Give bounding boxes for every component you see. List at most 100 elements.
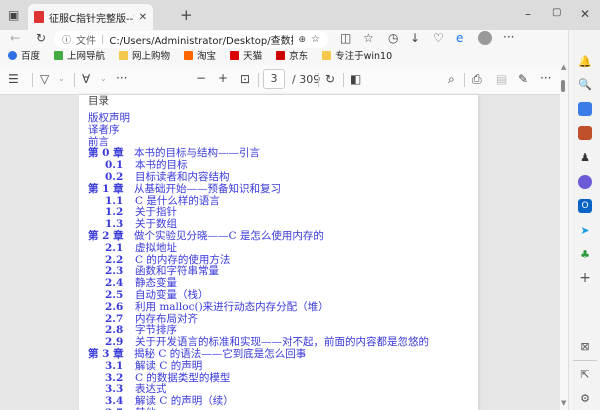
maximize-icon[interactable]: ▢ [552, 7, 561, 18]
rotate-icon[interactable]: ↻ [325, 72, 335, 86]
outlook-icon[interactable]: O [578, 199, 592, 213]
save-as-icon[interactable]: ✎ [518, 72, 528, 86]
toc-entry-text: 虚拟地址 [135, 241, 177, 254]
toc-entry-number: 1.2 [105, 206, 124, 219]
edge-icon[interactable]: e [456, 31, 463, 45]
tab-active[interactable]: 征服C指针完整版--文字版.pdf ✕ [28, 4, 153, 30]
back-icon[interactable]: ← [10, 31, 20, 45]
profile-avatar[interactable] [478, 31, 492, 45]
toc-entry[interactable]: 2.3 函数和字符串常量 [105, 265, 219, 277]
bookmark-shopping[interactable]: 网上购物 [119, 48, 170, 62]
zoom-in-icon[interactable]: + [218, 71, 228, 85]
close-tab-icon[interactable]: ✕ [139, 12, 147, 23]
minimize-icon[interactable]: – [525, 7, 531, 21]
more-options-icon[interactable]: ··· [540, 71, 551, 85]
history-icon[interactable]: ◷ [388, 31, 398, 45]
toc-entry[interactable]: 1.1 C 是什么样的语言 [105, 195, 220, 207]
games-icon[interactable]: ♟ [578, 150, 592, 164]
highlight-icon[interactable]: ▽ [40, 72, 49, 86]
toc-entry[interactable]: 前言 [88, 136, 109, 148]
toc-entry-number: 2.9 [105, 336, 124, 349]
page-view-icon[interactable]: ◧ [350, 72, 361, 86]
url-text[interactable]: C:/Users/Administrator/Desktop/查数据/fczz_… [109, 32, 293, 47]
scrollbar[interactable]: ▲ ▼ [560, 63, 568, 410]
office-icon[interactable] [578, 175, 592, 189]
toc-entry[interactable]: 0.1 本书的目标 [105, 159, 188, 171]
bookmark-jd[interactable]: 京东 [276, 48, 308, 62]
toc-entry[interactable]: 3.3 表达式 [105, 383, 167, 395]
search-icon[interactable]: ⌕ [448, 72, 455, 87]
refresh-icon[interactable]: ↻ [36, 31, 46, 45]
toc-entry-text: 静态变量 [135, 277, 177, 290]
more-tools-icon[interactable]: ··· [116, 71, 127, 85]
new-tab-icon[interactable]: + [180, 6, 193, 24]
close-window-icon[interactable]: ✕ [580, 7, 590, 21]
zoom-out-icon[interactable]: − [196, 71, 206, 85]
bookmark-nav[interactable]: 上网导航 [54, 48, 105, 62]
toc-entry[interactable]: 2.6 利用 malloc()来进行动态内存分配（堆） [105, 301, 329, 313]
toc-entry-text: 关于数组 [135, 218, 177, 231]
toc-entry[interactable]: 译者序 [88, 124, 120, 136]
shopping-tag-icon[interactable] [578, 102, 592, 116]
fit-page-icon[interactable]: ⊡ [240, 72, 250, 86]
bell-icon[interactable]: 🔔 [578, 54, 592, 68]
draw-dropdown-icon[interactable]: ⌄ [100, 74, 107, 83]
contents-icon[interactable]: ☰ [8, 72, 19, 86]
toc-entry[interactable]: 第 3 章揭秘 C 的语法——它到底是怎么回事 [88, 348, 306, 360]
toc-entry[interactable]: 2.2 C 的内存的使用方法 [105, 254, 230, 266]
toc-entry[interactable]: 2.9 关于开发语言的标准和实现——对不起，前面的内容都是忽悠的 [105, 336, 429, 348]
print-icon[interactable]: ⎙ [472, 72, 482, 87]
sidebar-search-icon[interactable]: 🔍 [578, 77, 592, 91]
toc-entry-text: 揭秘 C 的语法——它到底是怎么回事 [134, 348, 307, 360]
toc-entry-number: 2.6 [105, 300, 124, 313]
bookmark-taobao[interactable]: 淘宝 [184, 48, 216, 62]
highlight-dropdown-icon[interactable]: ⌄ [58, 74, 65, 83]
toc-entry[interactable]: 2.7 内存布局对齐 [105, 313, 198, 325]
toc-entry-number: 3.3 [105, 383, 124, 396]
toc-entry[interactable]: 2.8 字节排序 [105, 324, 177, 336]
toc-entry-number: 2.2 [105, 253, 124, 266]
add-sidebar-icon[interactable]: + [578, 270, 592, 286]
favorites-icon[interactable]: ☆ [363, 31, 374, 45]
save-icon[interactable]: ▤ [496, 72, 507, 86]
more-icon[interactable]: ··· [503, 30, 514, 44]
toc-entry[interactable]: 第 0 章本书的目标与结构——引言 [88, 147, 260, 159]
toc-entry-text: 做个实验见分晓——C 是怎么使用内存的 [134, 230, 324, 242]
toc-entry[interactable]: 2.4 静态变量 [105, 277, 177, 289]
toc-title: 目录 [88, 95, 109, 107]
toc-entry[interactable]: 第 2 章做个实验见分晓——C 是怎么使用内存的 [88, 230, 324, 242]
split-screen-icon[interactable]: ◫ [340, 31, 351, 45]
toc-entry[interactable]: 3.4 解读 C 的声明（续） [105, 395, 234, 407]
bookmark-tmall[interactable]: 天猫 [230, 48, 262, 62]
page-number-input[interactable]: 3 [263, 69, 285, 89]
toc-entry[interactable]: 0.2 目标读者和内容结构 [105, 171, 230, 183]
toc-entry[interactable]: 1.2 关于指针 [105, 206, 177, 218]
browser-essentials-icon[interactable]: ♡ [433, 31, 444, 45]
favorite-star-icon[interactable]: ☆ [311, 34, 320, 45]
scrollbar-thumb[interactable] [561, 80, 565, 92]
download-icon[interactable]: ↓ [410, 31, 420, 45]
pdf-icon [34, 11, 44, 23]
toc-entry-text: 解读 C 的声明 [135, 359, 203, 372]
bookmark-win10[interactable]: 专注于win10 [322, 48, 392, 62]
toc-entry[interactable]: 2.5 自动变量（栈） [105, 289, 209, 301]
open-external-icon[interactable]: ⇱ [578, 367, 592, 381]
toc-entry-text: 本书的目标与结构——引言 [134, 147, 260, 160]
draw-icon[interactable]: ∀ [82, 72, 90, 86]
zoom-icon[interactable]: ⊕ [298, 35, 306, 45]
toc-entry[interactable]: 1.3 关于数组 [105, 218, 177, 230]
settings-icon[interactable]: ⚙ [578, 391, 592, 405]
toc-entry[interactable]: 2.1 虚拟地址 [105, 242, 177, 254]
toc-entry-text: 字节排序 [135, 324, 177, 337]
toc-entry[interactable]: 3.1 解读 C 的声明 [105, 360, 202, 372]
tab-actions-icon[interactable]: ▣ [8, 8, 19, 22]
toolbox-icon[interactable] [578, 126, 592, 140]
tree-icon[interactable]: ♣ [578, 247, 592, 261]
telegram-icon[interactable]: ➤ [578, 223, 592, 237]
toc-entry[interactable]: 版权声明 [88, 112, 130, 124]
bookmark-baidu[interactable]: 百度 [8, 48, 40, 62]
toc-entry-number: 0.1 [105, 159, 124, 172]
hide-sidebar-icon[interactable]: ⊠ [578, 339, 592, 353]
toc-entry[interactable]: 3.2 C 的数据类型的模型 [105, 372, 230, 384]
toc-entry[interactable]: 第 1 章从基础开始——预备知识和复习 [88, 183, 281, 195]
